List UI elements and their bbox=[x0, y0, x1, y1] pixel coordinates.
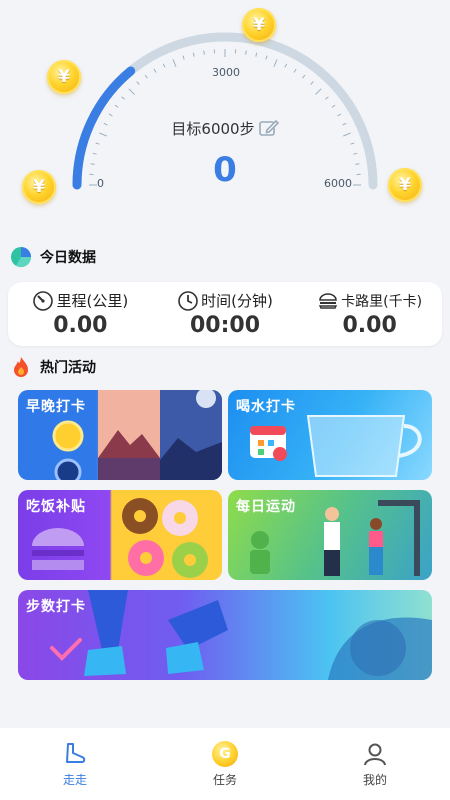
coin-icon[interactable]: ¥ bbox=[242, 8, 276, 42]
gauge-tick bbox=[265, 55, 268, 60]
activity-card-water[interactable]: 喝水打卡 bbox=[228, 390, 432, 480]
goal-row[interactable]: 目标6000步 bbox=[0, 118, 450, 141]
stat-calories-label: 卡路里(千卡) bbox=[341, 293, 423, 310]
gauge-mid-label: 3000 bbox=[212, 66, 240, 79]
nav-label-walk: 走走 bbox=[62, 772, 87, 787]
gauge-tick bbox=[302, 74, 306, 79]
stat-time: 时间(分钟) 00:00 bbox=[155, 290, 295, 338]
gauge-tick bbox=[95, 142, 100, 145]
activity-card-meal[interactable]: 吃饭补贴 bbox=[18, 490, 222, 580]
chart-pie-icon bbox=[11, 247, 32, 268]
gauge-tick bbox=[182, 55, 185, 60]
gauge-tick bbox=[128, 88, 135, 95]
coin-icon[interactable]: ¥ bbox=[47, 60, 81, 94]
activities-section-header: 热门活动 bbox=[10, 356, 96, 378]
nav-item-tasks[interactable]: G 任务 bbox=[175, 740, 275, 788]
nav-label-tasks: 任务 bbox=[212, 772, 237, 787]
gauge-tick bbox=[172, 59, 177, 67]
stat-calories: 卡路里(千卡) 0.00 bbox=[300, 291, 440, 338]
stat-time-label: 时间(分钟) bbox=[201, 292, 273, 310]
gauge-tick bbox=[255, 52, 258, 57]
today-stats-card: 里程(公里) 0.00 时间(分钟) 00:00 卡路里(千卡) 0.00 bbox=[8, 282, 442, 346]
stat-calories-value: 0.00 bbox=[342, 312, 397, 338]
gauge-tick bbox=[108, 113, 113, 117]
today-title: 今日数据 bbox=[40, 250, 96, 266]
activity-title: 早晚打卡 bbox=[26, 399, 86, 415]
gauge-tick bbox=[273, 59, 278, 67]
gauge-tick bbox=[310, 81, 314, 85]
gold-coin-icon: G bbox=[212, 740, 238, 767]
gauge-tick bbox=[325, 96, 329, 100]
gauge-tick bbox=[153, 68, 157, 73]
stat-distance-value: 0.00 bbox=[53, 313, 108, 338]
step-gauge: ¥ ¥ ¥ ¥ 0 3000 6000 目标6000步 0 bbox=[0, 0, 450, 240]
stat-distance: 里程(公里) 0.00 bbox=[10, 290, 150, 338]
user-icon bbox=[364, 743, 386, 765]
gauge-tick bbox=[162, 63, 166, 68]
gauge-tick bbox=[350, 142, 355, 145]
activity-card-steps[interactable]: 步数打卡 bbox=[18, 590, 432, 680]
bottom-nav: 走走 G 任务 我的 bbox=[0, 728, 450, 800]
activity-title: 喝水打卡 bbox=[236, 399, 296, 415]
gauge-tick bbox=[284, 63, 288, 68]
stat-distance-label: 里程(公里) bbox=[56, 292, 129, 310]
gauge-tick bbox=[136, 81, 140, 85]
gauge-tick bbox=[293, 68, 297, 73]
activity-title: 每日运动 bbox=[236, 499, 296, 515]
gauge-tick bbox=[245, 50, 247, 55]
gauge-tick bbox=[203, 50, 205, 55]
flame-icon bbox=[14, 357, 28, 377]
activity-title: 吃饭补贴 bbox=[26, 499, 86, 515]
clock-icon bbox=[178, 290, 198, 311]
gauge-tick bbox=[121, 96, 125, 100]
goal-text: 目标6000步 bbox=[171, 120, 255, 138]
edit-icon[interactable] bbox=[258, 119, 279, 141]
burger-icon bbox=[319, 292, 338, 309]
shoe-icon bbox=[66, 742, 86, 763]
activities-title: 热门活动 bbox=[40, 360, 96, 376]
nav-label-profile: 我的 bbox=[362, 772, 387, 787]
activity-title: 步数打卡 bbox=[26, 599, 86, 615]
activity-card-morning-evening[interactable]: 早晚打卡 bbox=[18, 390, 222, 480]
step-count: 0 bbox=[213, 150, 237, 190]
gauge-tick bbox=[192, 52, 195, 57]
nav-item-walk[interactable]: 走走 bbox=[25, 741, 125, 788]
gauge-tick bbox=[144, 74, 148, 79]
stat-time-value: 00:00 bbox=[189, 313, 260, 338]
speedometer-icon bbox=[33, 290, 54, 311]
gauge-tick bbox=[337, 113, 342, 117]
today-section-header: 今日数据 bbox=[10, 246, 96, 268]
activity-card-exercise[interactable]: 每日运动 bbox=[228, 490, 432, 580]
gauge-tick bbox=[315, 88, 322, 95]
gauge-tick bbox=[331, 104, 336, 108]
gauge-tick bbox=[114, 104, 119, 108]
nav-item-profile[interactable]: 我的 bbox=[325, 741, 425, 788]
